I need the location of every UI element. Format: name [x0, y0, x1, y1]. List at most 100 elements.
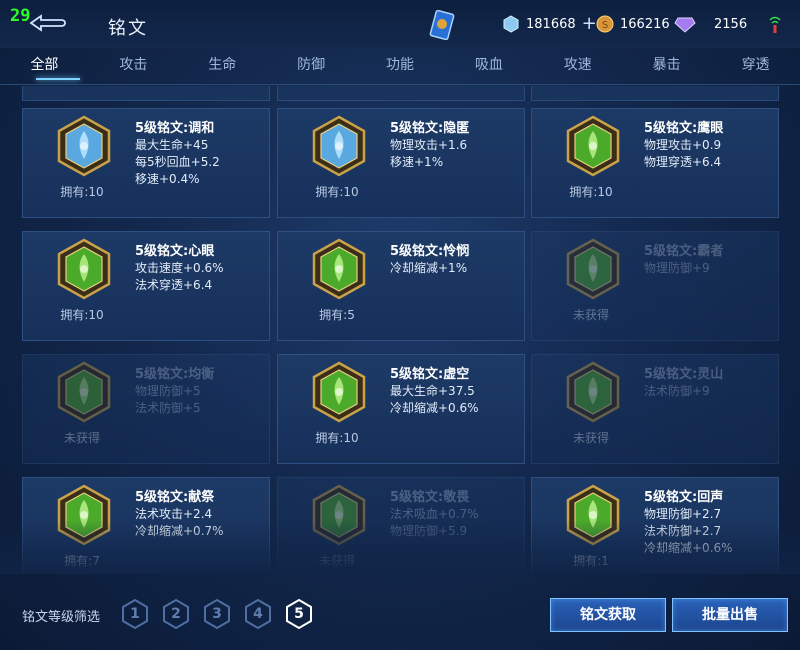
level-filter-2[interactable]: 2: [161, 598, 191, 630]
scale-emblem-icon: [57, 361, 111, 423]
level-number: 4: [253, 606, 263, 622]
inscription-card[interactable]: 拥有:10 5级铭文:鹰眼 物理攻击+0.9 物理穿透+6.4: [531, 108, 779, 218]
level-filter-1[interactable]: 1: [120, 598, 150, 630]
stat-line: 每5秒回血+5.2: [135, 155, 220, 169]
owned-count: 拥有:10: [60, 308, 104, 322]
level-filter-5[interactable]: 5: [284, 598, 314, 630]
inscription-name: 5级铭文:灵山: [644, 367, 724, 382]
tab-attack-speed[interactable]: 攻速: [533, 48, 622, 84]
inscription-name: 5级铭文:鹰眼: [644, 121, 724, 136]
inscription-stats: 冷却缩减+1%: [390, 260, 467, 277]
shield-emblem-icon: [566, 238, 620, 300]
level-filter-4[interactable]: 4: [243, 598, 273, 630]
previous-row-edge: [277, 86, 525, 101]
tab-lifesteal[interactable]: 吸血: [444, 48, 533, 84]
inscription-name: 5级铭文:隐匿: [390, 121, 470, 136]
inscription-name: 5级铭文:心眼: [135, 244, 215, 259]
diamond-icon: [503, 15, 519, 33]
inscription-stats: 物理攻击+1.6 移速+1%: [390, 137, 467, 171]
gold-currency: S 166216: [596, 14, 670, 34]
category-tabs: 全部 攻击 生命 防御 功能 吸血 攻速 暴击 穿透: [0, 48, 800, 84]
stat-line: 冷却缩减+0.6%: [390, 401, 479, 415]
diamond-amount: 181668: [526, 16, 576, 32]
purple-gem-icon: [674, 17, 696, 33]
active-tab-indicator: [36, 78, 80, 80]
inscription-card[interactable]: 拥有:10 5级铭文:心眼 攻击速度+0.6% 法术穿透+6.4: [22, 231, 270, 341]
stat-line: 最大生命+45: [135, 138, 209, 152]
owned-count: 拥有:10: [315, 431, 359, 445]
crown-emblem-icon: [312, 361, 366, 423]
level-number: 2: [171, 606, 181, 622]
owned-count: 未获得: [63, 431, 100, 445]
add-diamond-button[interactable]: +: [582, 15, 597, 33]
wifi-signal-icon: [769, 16, 781, 33]
inscription-name: 5级铭文:怜悯: [390, 244, 470, 259]
inscription-card[interactable]: 拥有:10 5级铭文:隐匿 物理攻击+1.6 移速+1%: [277, 108, 525, 218]
owned-count: 未获得: [572, 431, 609, 445]
inscription-name: 5级铭文:调和: [135, 121, 215, 136]
level-filter-label: 铭文等级筛选: [22, 610, 101, 625]
bottom-bar: 铭文等级筛选 1 2 3 4 5 铭文获取 批量出售: [0, 578, 800, 650]
tab-utility[interactable]: 功能: [356, 48, 445, 84]
inscription-card[interactable]: 拥有:10 5级铭文:调和 最大生命+45 每5秒回血+5.2 移速+0.4%: [22, 108, 270, 218]
stat-line: 法术防御+9: [644, 384, 710, 398]
tab-attack[interactable]: 攻击: [89, 48, 178, 84]
owned-count: 未获得: [572, 308, 609, 322]
bulk-sell-button[interactable]: 批量出售: [672, 598, 788, 632]
book-emblem-icon: [57, 238, 111, 300]
level-filter-3[interactable]: 3: [202, 598, 232, 630]
get-inscription-button[interactable]: 铭文获取: [550, 598, 666, 632]
mountain-emblem-icon: [566, 361, 620, 423]
inscription-card[interactable]: 未获得 5级铭文:灵山 法术防御+9: [531, 354, 779, 464]
inscription-name: 5级铭文:虚空: [390, 367, 470, 382]
tabs-divider: [0, 84, 800, 85]
inscription-stats: 物理防御+5 法术防御+5: [135, 383, 201, 417]
stat-line: 物理防御+5: [135, 384, 201, 398]
stat-line: 法术穿透+6.4: [135, 278, 213, 292]
stat-line: 移速+0.4%: [135, 172, 200, 186]
inscription-card[interactable]: 未获得 5级铭文:均衡 物理防御+5 法术防御+5: [22, 354, 270, 464]
owned-count: 拥有:5: [319, 308, 355, 322]
inscription-card-icon[interactable]: [428, 10, 456, 40]
page-title: 铭文: [108, 18, 148, 39]
stat-line: 攻击速度+0.6%: [135, 261, 224, 275]
tab-crit[interactable]: 暴击: [622, 48, 711, 84]
inscription-grid[interactable]: 拥有:10 5级铭文:调和 最大生命+45 每5秒回血+5.2 移速+0.4% 拥有:10…: [0, 86, 800, 574]
stat-line: 物理攻击+1.6: [390, 138, 468, 152]
inscription-card[interactable]: 拥有:10 5级铭文:虚空 最大生命+37.5 冷却缩减+0.6%: [277, 354, 525, 464]
tab-penetration[interactable]: 穿透: [711, 48, 800, 84]
inscription-name: 5级铭文:均衡: [135, 367, 215, 382]
gem-amount: 2156: [714, 16, 748, 32]
previous-row-edge: [531, 86, 779, 101]
inscription-stats: 最大生命+45 每5秒回血+5.2 移速+0.4%: [135, 137, 220, 188]
gold-coin-icon: S: [596, 15, 614, 33]
inscription-card[interactable]: 未获得 5级铭文:霸者 物理防御+9: [531, 231, 779, 341]
inscription-name: 5级铭文:敬畏: [390, 490, 470, 505]
tab-defense[interactable]: 防御: [267, 48, 356, 84]
drop-emblem-icon: [57, 115, 111, 177]
star-emblem-icon: [312, 238, 366, 300]
flame-emblem-icon: [312, 115, 366, 177]
inscription-stats: 攻击速度+0.6% 法术穿透+6.4: [135, 260, 224, 294]
inscription-name: 5级铭文:霸者: [644, 244, 724, 259]
list-fade-overlay: [0, 520, 800, 574]
level-number: 5: [294, 606, 304, 622]
svg-text:S: S: [602, 20, 608, 31]
gem-currency: 2156: [674, 14, 747, 34]
back-arrow-icon[interactable]: [27, 13, 67, 33]
stat-line: 法术防御+5: [135, 401, 201, 415]
inscription-name: 5级铭文:回声: [644, 490, 724, 505]
inscription-stats: 最大生命+37.5 冷却缩减+0.6%: [390, 383, 479, 417]
previous-row-edge: [22, 86, 270, 101]
inscription-card[interactable]: 拥有:5 5级铭文:怜悯 冷却缩减+1%: [277, 231, 525, 341]
stat-line: 最大生命+37.5: [390, 384, 475, 398]
gold-amount: 166216: [620, 16, 670, 32]
top-bar: 29 铭文 181668 + S 166216 2156: [0, 0, 800, 48]
stat-line: 物理穿透+6.4: [644, 155, 722, 169]
owned-count: 拥有:10: [60, 185, 104, 199]
inscription-stats: 物理攻击+0.9 物理穿透+6.4: [644, 137, 721, 171]
clover-emblem-icon: [566, 115, 620, 177]
tab-health[interactable]: 生命: [178, 48, 267, 84]
diamond-currency: 181668 +: [502, 14, 597, 34]
owned-count: 拥有:10: [315, 185, 359, 199]
